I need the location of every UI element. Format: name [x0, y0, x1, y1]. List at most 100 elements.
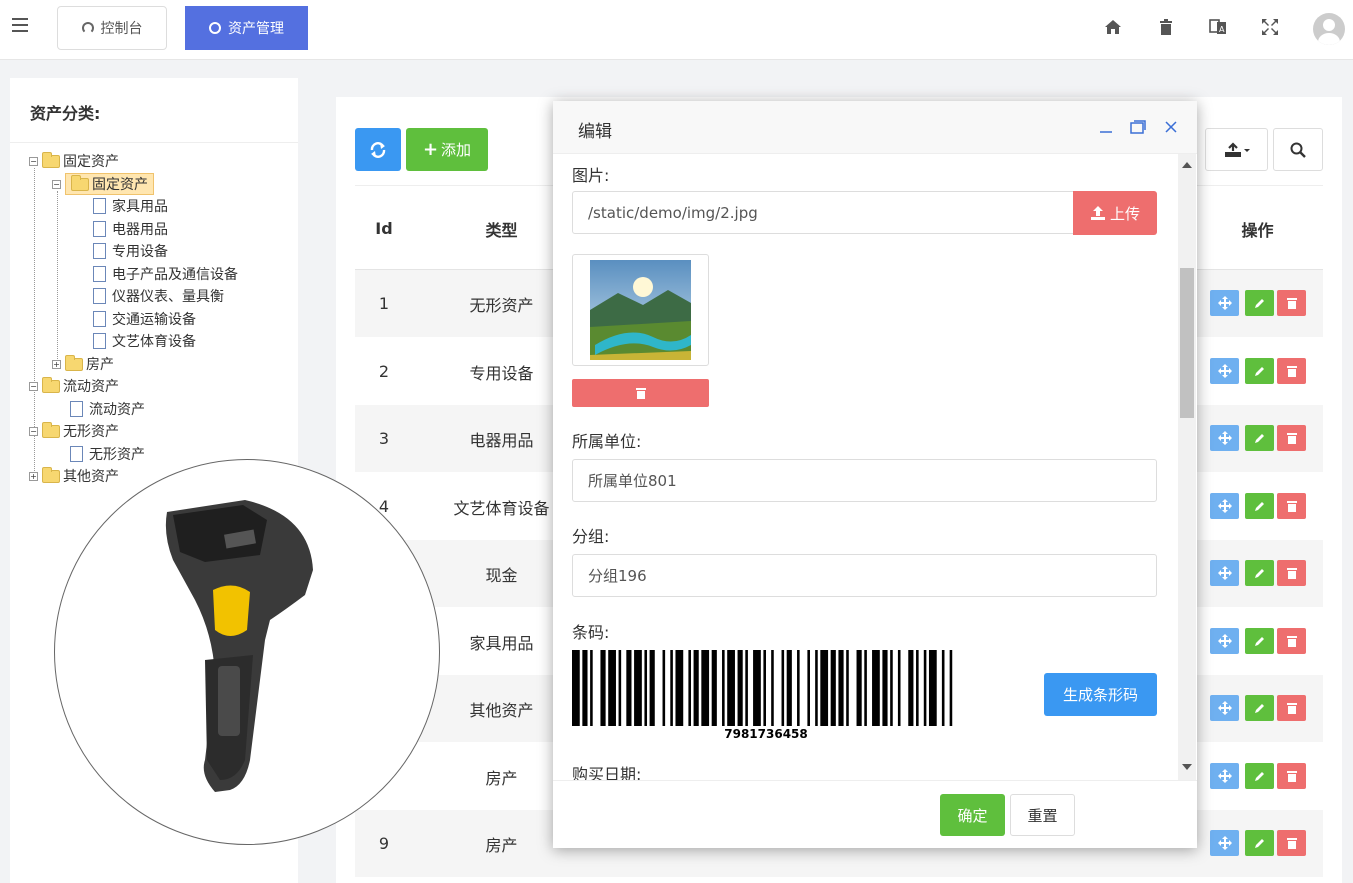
tree-node-fixed-assets[interactable]: − 固定资产	[29, 151, 119, 171]
tree-label: 仪器仪表、量具衡	[112, 289, 224, 305]
delete-button[interactable]	[1277, 358, 1306, 384]
expand-icon[interactable]: +	[29, 471, 38, 481]
tree-label: 流动资产	[89, 402, 145, 418]
tree-node-other-assets[interactable]: + 其他资产	[29, 466, 119, 486]
move-button[interactable]	[1210, 290, 1239, 316]
barcode-bar	[644, 650, 648, 726]
tree-leaf-sports[interactable]: 文艺体育设备	[93, 331, 196, 351]
edit-button[interactable]	[1245, 628, 1274, 654]
scroll-thumb[interactable]	[1180, 268, 1194, 418]
barcode-bar	[722, 650, 725, 726]
selected-node[interactable]: 固定资产	[65, 173, 154, 195]
generate-barcode-button[interactable]: 生成条形码	[1044, 673, 1157, 716]
avatar[interactable]	[1313, 13, 1345, 45]
upload-button[interactable]: 上传	[1073, 191, 1157, 235]
search-button[interactable]	[1273, 128, 1323, 171]
barcode-bar	[786, 650, 792, 726]
tab-asset-management[interactable]: 资产管理	[185, 6, 308, 50]
edit-button[interactable]	[1245, 763, 1274, 789]
tree-leaf-electronics[interactable]: 电子产品及通信设备	[93, 264, 238, 284]
edit-button[interactable]	[1245, 695, 1274, 721]
maximize-icon[interactable]	[1130, 119, 1146, 135]
header-type[interactable]: 类型	[434, 186, 569, 271]
unit-input[interactable]: 所属单位801	[572, 459, 1157, 502]
barcode-bar	[582, 650, 588, 726]
folder-open-icon	[42, 151, 60, 168]
header-id[interactable]: Id	[355, 186, 413, 271]
delete-button[interactable]	[1277, 628, 1306, 654]
move-button[interactable]	[1210, 628, 1239, 654]
move-icon	[1217, 364, 1232, 378]
tree-node-current-assets[interactable]: − 流动资产	[29, 376, 119, 396]
expand-icon[interactable]: +	[52, 359, 61, 369]
tree-leaf-current-assets[interactable]: 流动资产	[70, 399, 145, 419]
tree-leaf-special-equipment[interactable]: 专用设备	[93, 241, 168, 261]
delete-button[interactable]	[1277, 493, 1306, 519]
move-button[interactable]	[1210, 425, 1239, 451]
tab-dashboard[interactable]: 控制台	[57, 6, 167, 50]
delete-button[interactable]	[1277, 560, 1306, 586]
fullscreen-icon[interactable]	[1261, 18, 1279, 36]
image-label: 图片:	[572, 166, 610, 185]
confirm-button[interactable]: 确定	[940, 794, 1005, 836]
reset-button[interactable]: 重置	[1010, 794, 1075, 836]
edit-button[interactable]	[1245, 830, 1274, 856]
cell-id: 3	[378, 429, 390, 448]
minimize-icon[interactable]	[1098, 119, 1114, 135]
export-dropdown-button[interactable]	[1205, 128, 1268, 171]
dashboard-icon	[81, 22, 94, 34]
add-button[interactable]: + 添加	[406, 128, 488, 171]
home-icon[interactable]	[1104, 18, 1122, 36]
edit-button[interactable]	[1245, 560, 1274, 586]
delete-button[interactable]	[1277, 763, 1306, 789]
delete-button[interactable]	[1277, 695, 1306, 721]
move-button[interactable]	[1210, 358, 1239, 384]
tree-node-fixed-assets-sub[interactable]: − 固定资产	[52, 173, 154, 195]
edit-modal: 编辑 图片: /static/demo/img/2.jpg 上传 所属单位: 所…	[553, 101, 1197, 848]
menu-toggle-icon[interactable]	[12, 18, 28, 32]
tree-node-house[interactable]: + 房产	[52, 354, 114, 374]
trash-icon[interactable]	[1157, 18, 1175, 36]
edit-button[interactable]	[1245, 290, 1274, 316]
pencil-icon	[1254, 299, 1264, 308]
barcode-bar	[590, 650, 593, 726]
delete-image-button[interactable]	[572, 379, 709, 407]
edit-button[interactable]	[1245, 358, 1274, 384]
barcode-bar	[662, 650, 666, 726]
tree-leaf-instruments[interactable]: 仪器仪表、量具衡	[93, 286, 224, 306]
group-label: 分组:	[572, 527, 610, 546]
delete-button[interactable]	[1277, 290, 1306, 316]
move-button[interactable]	[1210, 830, 1239, 856]
image-path-input[interactable]: /static/demo/img/2.jpg	[572, 191, 1075, 234]
pencil-icon	[1254, 502, 1264, 511]
tree-leaf-intangible-assets[interactable]: 无形资产	[70, 444, 145, 464]
edit-button[interactable]	[1245, 425, 1274, 451]
move-button[interactable]	[1210, 763, 1239, 789]
close-icon[interactable]	[1163, 119, 1179, 135]
move-button[interactable]	[1210, 695, 1239, 721]
group-input[interactable]: 分组196	[572, 554, 1157, 597]
delete-button[interactable]	[1277, 830, 1306, 856]
tree-leaf-furniture[interactable]: 家具用品	[93, 196, 168, 216]
barcode-bar	[882, 650, 888, 726]
delete-button[interactable]	[1277, 425, 1306, 451]
scroll-up-icon[interactable]	[1182, 162, 1192, 168]
modal-scrollbar[interactable]	[1178, 154, 1196, 780]
move-button[interactable]	[1210, 493, 1239, 519]
collapse-icon[interactable]: −	[29, 426, 38, 436]
scroll-down-icon[interactable]	[1182, 764, 1192, 770]
collapse-icon[interactable]: −	[29, 381, 38, 391]
cell-type: 家具用品	[469, 633, 534, 653]
tree-node-intangible-assets[interactable]: − 无形资产	[29, 421, 119, 441]
collapse-icon[interactable]: −	[52, 179, 61, 189]
pencil-icon	[1254, 704, 1264, 713]
barcode-bar	[693, 650, 699, 726]
tree-leaf-transport[interactable]: 交通运输设备	[93, 309, 196, 329]
tree-leaf-appliances[interactable]: 电器用品	[93, 219, 168, 239]
refresh-button[interactable]	[355, 128, 401, 171]
collapse-icon[interactable]: −	[29, 156, 38, 166]
barcode-bar	[763, 650, 766, 726]
edit-button[interactable]	[1245, 493, 1274, 519]
move-button[interactable]	[1210, 560, 1239, 586]
translate-icon[interactable]: A	[1209, 18, 1227, 36]
